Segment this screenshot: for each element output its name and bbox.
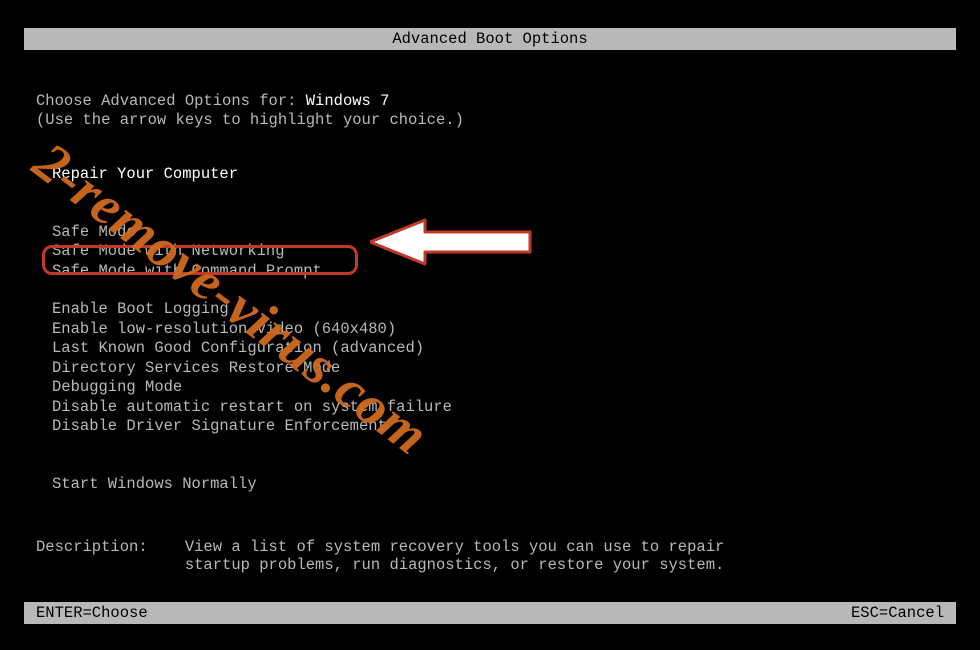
menu-safe-mode[interactable]: Safe Mode <box>52 223 956 243</box>
os-name: Windows 7 <box>306 92 390 110</box>
description-text: View a list of system recovery tools you… <box>185 538 725 574</box>
footer-bar: ENTER=Choose ESC=Cancel <box>24 602 956 624</box>
title-bar: Advanced Boot Options <box>24 28 956 50</box>
footer-esc: ESC=Cancel <box>851 604 944 622</box>
menu-boot-logging[interactable]: Enable Boot Logging <box>52 300 956 320</box>
choose-prefix: Choose Advanced Options for: <box>36 92 306 110</box>
menu-debugging-mode[interactable]: Debugging Mode <box>52 378 956 398</box>
choose-line: Choose Advanced Options for: Windows 7 <box>36 92 956 110</box>
hint-line: (Use the arrow keys to highlight your ch… <box>36 111 956 129</box>
menu-directory-services[interactable]: Directory Services Restore Mode <box>52 359 956 379</box>
footer-enter: ENTER=Choose <box>36 604 148 622</box>
menu-low-res-video[interactable]: Enable low-resolution video (640x480) <box>52 320 956 340</box>
description-block: Description: View a list of system recov… <box>36 538 956 574</box>
menu-start-normally[interactable]: Start Windows Normally <box>52 475 956 495</box>
menu-disable-auto-restart[interactable]: Disable automatic restart on system fail… <box>52 398 956 418</box>
menu-repair-computer[interactable]: Repair Your Computer <box>52 165 956 185</box>
page-title: Advanced Boot Options <box>392 30 587 48</box>
menu-safe-mode-command-prompt[interactable]: Safe Mode with Command Prompt <box>52 262 956 282</box>
menu-disable-driver-sig[interactable]: Disable Driver Signature Enforcement <box>52 417 956 437</box>
boot-menu: Repair Your Computer Safe Mode Safe Mode… <box>52 165 956 494</box>
description-label: Description: <box>36 538 185 574</box>
menu-last-known-good[interactable]: Last Known Good Configuration (advanced) <box>52 339 956 359</box>
menu-safe-mode-networking[interactable]: Safe Mode with Networking <box>52 242 956 262</box>
